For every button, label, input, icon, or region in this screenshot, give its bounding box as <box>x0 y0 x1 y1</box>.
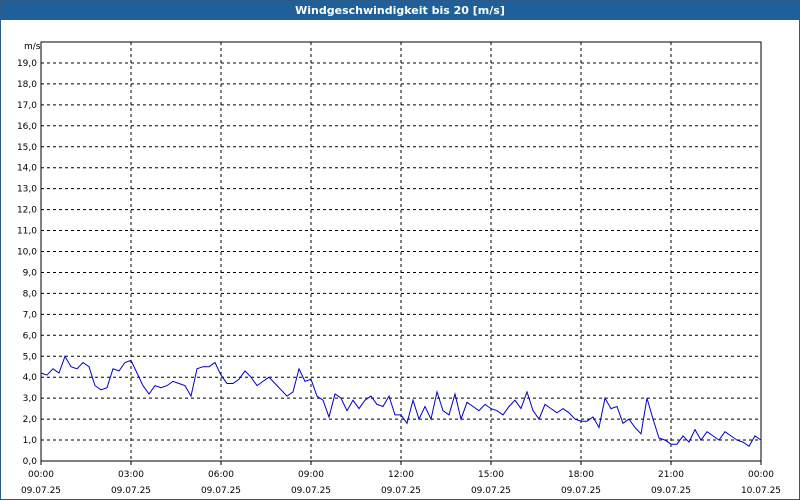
x-tick-date: 10.07.25 <box>741 486 781 496</box>
y-tick-label: 5,0 <box>23 352 38 362</box>
y-tick-label: 11,0 <box>17 227 37 237</box>
line-chart: 0,0 1,0 2,0 3,0 4,0 5,0 6,0 7,0 8,0 9,0 10,0 11,0 12… <box>17 41 781 496</box>
x-tick-date: 09.07.25 <box>291 486 331 496</box>
y-tick-label: 17,0 <box>17 101 37 111</box>
x-tick-date: 09.07.25 <box>201 486 241 496</box>
x-tick-time: 03:00 <box>118 470 144 480</box>
y-tick-label: 13,0 <box>17 185 37 195</box>
y-tick-label: 1,0 <box>23 436 38 446</box>
x-axis-ticks: 00:00 09.07.25 03:00 09.07.25 06:00 09.07.25 0… <box>21 461 781 496</box>
x-tick-date: 09.07.25 <box>111 486 151 496</box>
x-tick-time: 06:00 <box>208 470 234 480</box>
x-tick-time: 12:00 <box>388 470 414 480</box>
y-tick-label: 6,0 <box>23 331 38 341</box>
x-tick-date: 09.07.25 <box>471 486 511 496</box>
x-tick-time: 15:00 <box>478 470 504 480</box>
y-tick-label: 7,0 <box>23 310 38 320</box>
x-tick-time: 21:00 <box>658 470 684 480</box>
y-axis-ticks: 0,0 1,0 2,0 3,0 4,0 5,0 6,0 7,0 8,0 9,0 10,0 11,0 12… <box>17 59 37 467</box>
x-tick-time: 00:00 <box>748 470 774 480</box>
y-tick-label: 8,0 <box>23 289 38 299</box>
y-axis-label: m/s <box>24 42 41 52</box>
x-tick-time: 00:00 <box>28 470 54 480</box>
y-tick-label: 2,0 <box>23 415 38 425</box>
chart-window: Windgeschwindigkeit bis 20 [m/s] 0,0 1,0 2… <box>0 0 800 500</box>
y-tick-label: 12,0 <box>17 206 37 216</box>
y-tick-label: 19,0 <box>17 59 37 69</box>
y-tick-label: 14,0 <box>17 164 37 174</box>
y-tick-label: 15,0 <box>17 143 37 153</box>
grid <box>41 42 761 461</box>
x-tick-date: 09.07.25 <box>381 486 421 496</box>
y-tick-label: 10,0 <box>17 248 37 258</box>
y-tick-label: 9,0 <box>23 268 38 278</box>
x-tick-date: 09.07.25 <box>21 486 61 496</box>
y-tick-label: 3,0 <box>23 394 38 404</box>
x-tick-date: 09.07.25 <box>651 486 691 496</box>
x-tick-time: 09:00 <box>298 470 324 480</box>
y-tick-label: 16,0 <box>17 122 37 132</box>
x-tick-date: 09.07.25 <box>561 486 601 496</box>
y-tick-label: 0,0 <box>23 457 38 467</box>
y-tick-label: 18,0 <box>17 80 37 90</box>
x-tick-time: 18:00 <box>568 470 594 480</box>
y-tick-label: 4,0 <box>23 373 38 383</box>
